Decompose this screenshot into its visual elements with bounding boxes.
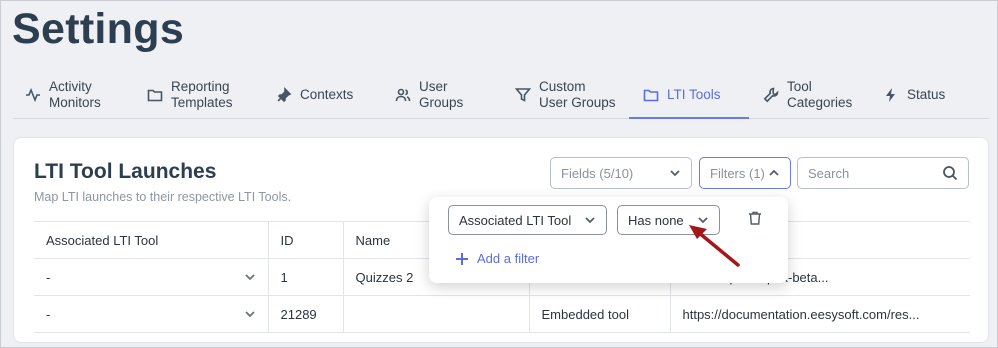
filter-condition-select[interactable]: Has none — [617, 205, 720, 235]
delete-filter-button[interactable] — [747, 210, 763, 226]
tab-custom-user-groups[interactable]: Custom User Groups — [515, 71, 616, 119]
tab-tool-categories[interactable]: Tool Categories — [763, 71, 852, 119]
name-cell — [343, 295, 530, 333]
add-filter-label: Add a filter — [477, 251, 540, 266]
tab-bar: Activity Monitors Reporting Templates Cont… — [13, 71, 989, 119]
url-cell: https://documentation.eesysoft.com/res..… — [670, 295, 970, 333]
chevron-down-icon — [244, 274, 255, 281]
folder-icon — [147, 89, 163, 102]
card-subtitle: Map LTI launches to their respective LTI… — [34, 190, 292, 204]
table-row: - 21289 Embedded tool https://documentat… — [34, 295, 970, 333]
type-cell: Embedded tool — [529, 295, 671, 333]
tab-label-line1: Activity — [49, 79, 92, 94]
folder-icon — [643, 89, 659, 102]
tab-lti-tools[interactable]: LTI Tools — [643, 71, 721, 119]
chevron-down-icon — [669, 167, 681, 179]
filter-popover: Associated LTI Tool Has none Add a filte… — [429, 197, 788, 283]
users-icon — [395, 88, 411, 102]
tab-label-line1: Custom — [539, 79, 586, 94]
filter-field-value: Associated LTI Tool — [459, 212, 572, 228]
page-title: Settings — [12, 5, 185, 53]
id-cell: 1 — [268, 258, 344, 296]
search-placeholder: Search — [808, 165, 850, 181]
wrench-icon — [763, 87, 779, 103]
tab-label-line1: Status — [907, 87, 946, 102]
plus-icon — [456, 252, 468, 265]
chevron-up-icon — [768, 167, 780, 179]
activity-icon — [26, 87, 40, 103]
chevron-down-icon — [585, 217, 595, 224]
tab-activity-monitors[interactable]: Activity Monitors — [25, 71, 101, 119]
lti-tool-select[interactable]: - — [34, 258, 269, 296]
active-tab-indicator — [629, 117, 749, 119]
column-header[interactable]: Associated LTI Tool — [34, 221, 269, 259]
chevron-down-icon — [698, 217, 708, 224]
tab-label-line1: Tool — [787, 79, 812, 94]
lti-tool-value: - — [46, 306, 51, 322]
tab-label-line1: User — [419, 79, 448, 94]
bolt-icon — [886, 88, 895, 102]
add-filter-button[interactable]: Add a filter — [455, 251, 539, 266]
tab-label-line1: LTI Tools — [667, 87, 721, 102]
tab-label-line2: User Groups — [539, 95, 616, 110]
chevron-down-icon — [244, 311, 255, 318]
tab-label-line2: Templates — [171, 95, 233, 110]
filter-icon — [515, 88, 531, 102]
pin-icon — [277, 87, 292, 103]
lti-tool-select[interactable]: - — [34, 295, 269, 333]
filters-button-label: Filters (1) — [710, 165, 765, 181]
column-header[interactable]: ID — [268, 221, 344, 259]
id-cell: 21289 — [268, 295, 344, 333]
search-icon — [943, 166, 958, 181]
search-input[interactable]: Search — [797, 157, 969, 189]
filter-condition-value: Has none — [628, 212, 684, 228]
tab-label-line2: Categories — [787, 95, 853, 110]
tab-label-line2: Groups — [419, 95, 464, 110]
tab-status[interactable]: Status — [883, 71, 945, 119]
fields-dropdown[interactable]: Fields (5/10) — [550, 157, 692, 189]
tab-contexts[interactable]: Contexts — [276, 71, 353, 119]
tab-reporting-templates[interactable]: Reporting Templates — [147, 71, 233, 119]
app-window: Settings Activity Monitors Reporting Templ… — [0, 0, 998, 348]
tab-label-line2: Monitors — [49, 95, 101, 110]
fields-dropdown-label: Fields (5/10) — [561, 165, 634, 181]
tab-user-groups[interactable]: User Groups — [395, 71, 463, 119]
lti-tool-value: - — [46, 269, 51, 285]
filter-field-select[interactable]: Associated LTI Tool — [448, 205, 607, 235]
tab-label-line1: Reporting — [171, 79, 230, 94]
filters-button[interactable]: Filters (1) — [699, 157, 791, 189]
tab-label-line1: Contexts — [300, 87, 354, 102]
trash-icon — [749, 211, 761, 225]
card-title: LTI Tool Launches — [34, 160, 217, 183]
